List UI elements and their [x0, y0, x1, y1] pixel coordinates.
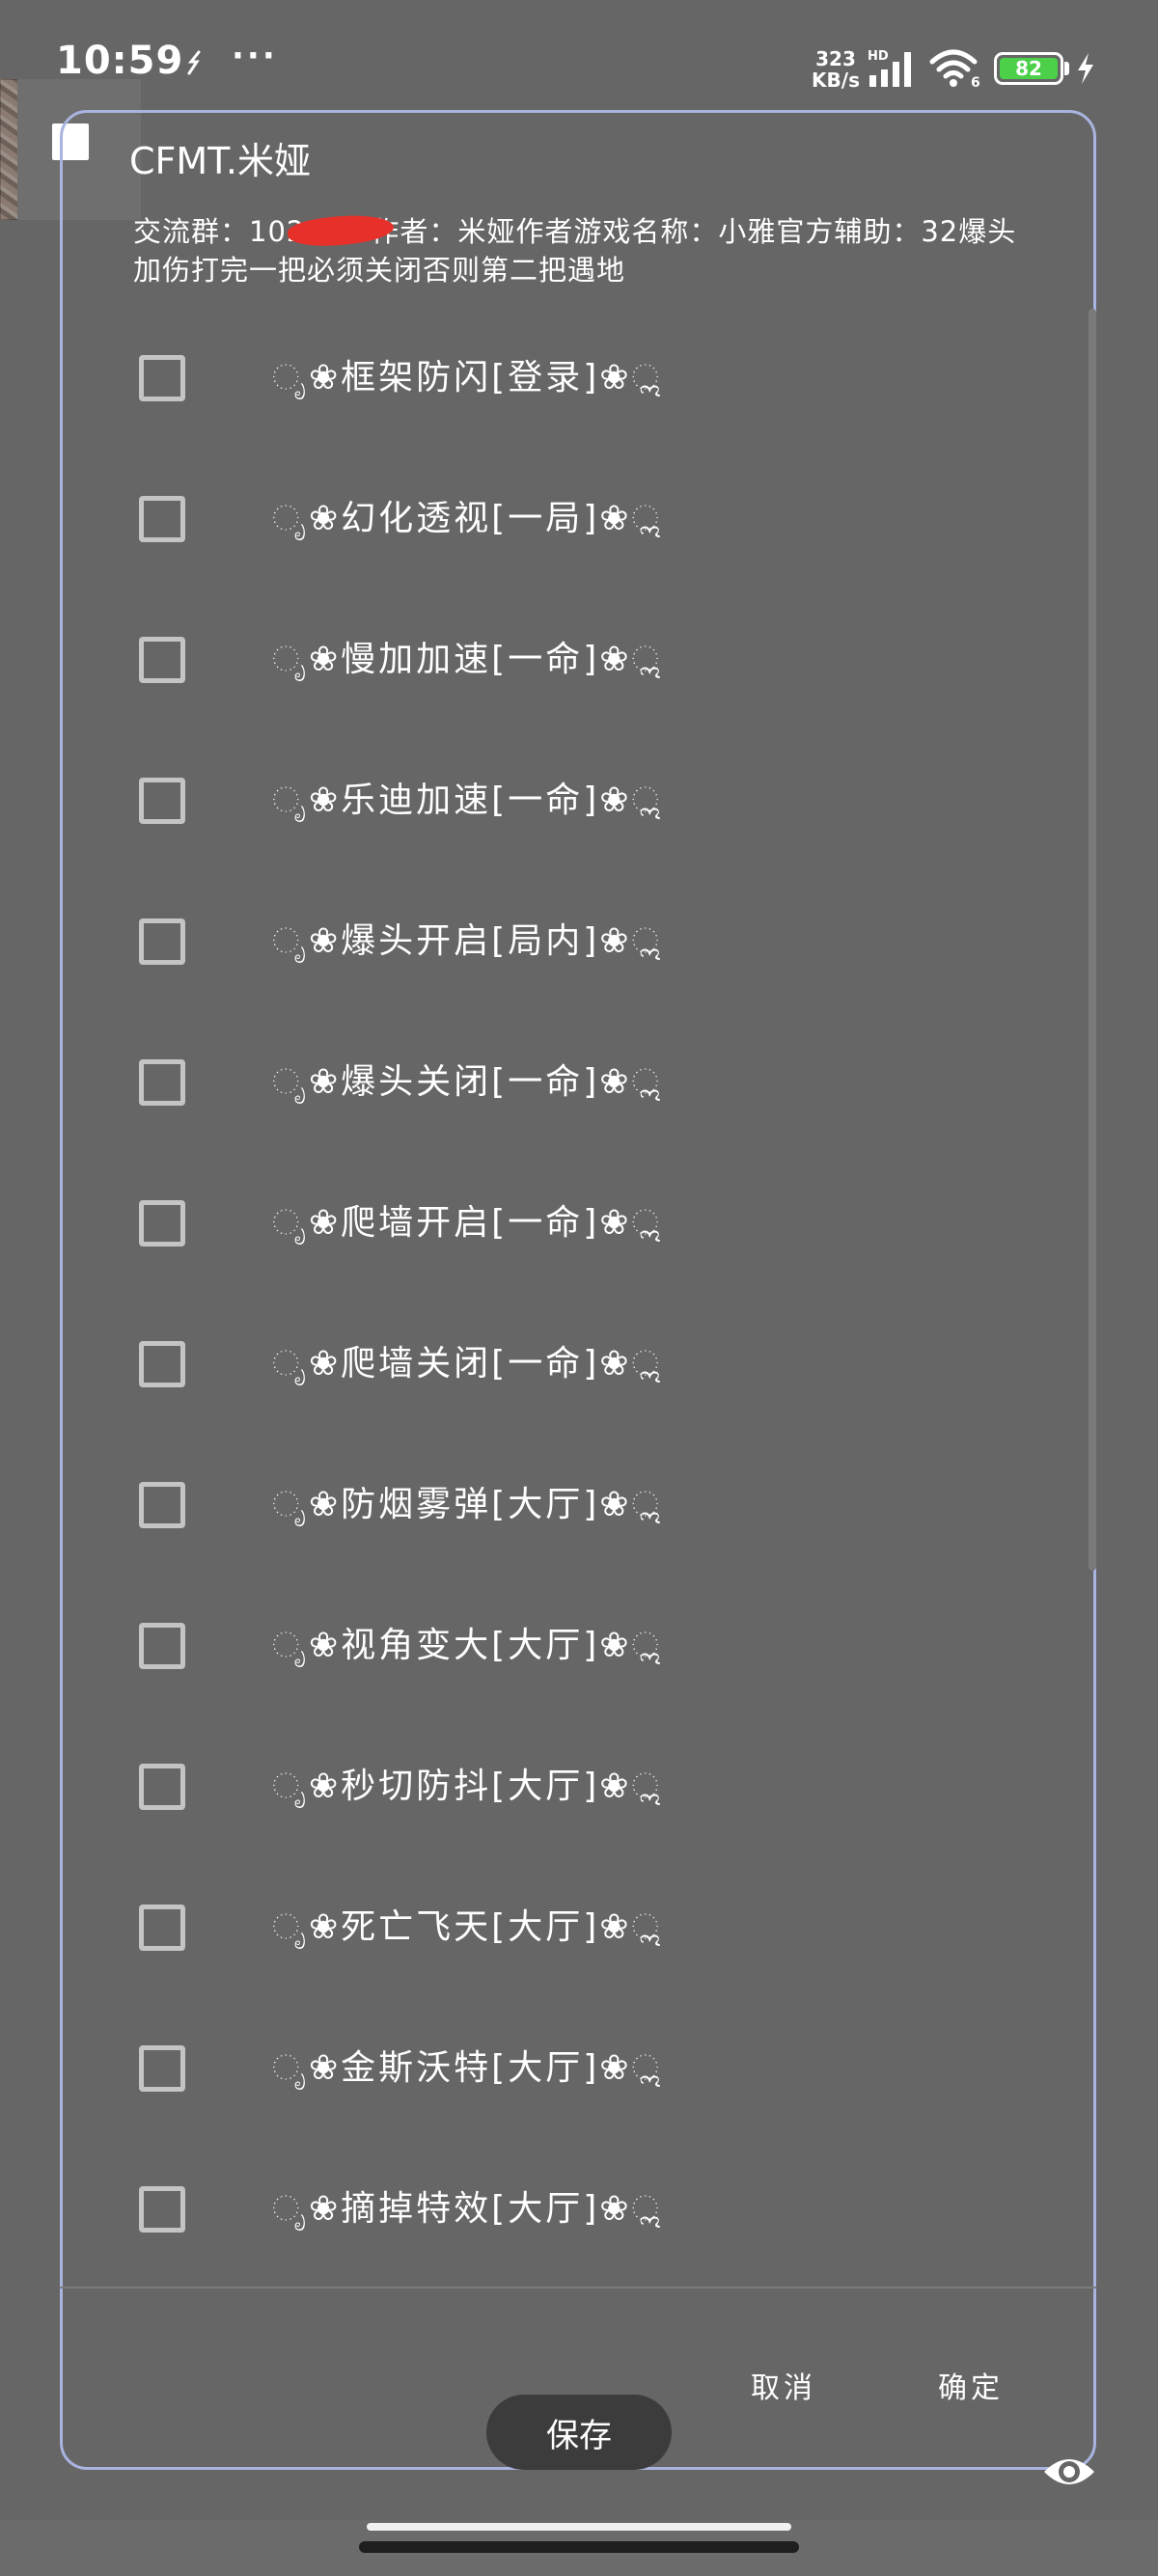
option-list: ೃ❀框架防闪[登录]❀ೢ ೃ❀幻化透视[一局]❀ೢ ೃ❀慢加加速[一命]❀ೢ ೃ… [60, 309, 1096, 2287]
option-row[interactable]: ೃ❀框架防闪[登录]❀ೢ [60, 309, 1025, 450]
option-row[interactable]: ೃ❀慢加加速[一命]❀ೢ [60, 590, 1025, 731]
wifi-label: 6 [971, 75, 980, 89]
option-row[interactable]: ೃ❀爬墙关闭[一命]❀ೢ [60, 1295, 1025, 1436]
option-label: ೃ❀框架防闪[登录]❀ೢ [272, 358, 662, 397]
option-label: ೃ❀乐迪加速[一命]❀ೢ [272, 781, 662, 820]
checkbox[interactable] [139, 1764, 185, 1810]
option-label: ೃ❀金斯沃特[大厅]❀ೢ [272, 2048, 662, 2088]
more-icon: ··· [232, 37, 278, 75]
option-label: ೃ❀视角变大[大厅]❀ೢ [272, 1626, 662, 1665]
net-speed: 323 KB/s [807, 48, 865, 91]
signal-icon: HD [868, 49, 911, 87]
option-label: ೃ❀爬墙开启[一命]❀ೢ [272, 1203, 662, 1243]
option-label: ೃ❀幻化透视[一局]❀ೢ [272, 499, 662, 538]
option-row[interactable]: ೃ❀死亡飞天[大厅]❀ೢ [60, 1858, 1025, 1999]
bolt-icon [1078, 53, 1093, 84]
option-label: ೃ❀爆头开启[局内]❀ೢ [272, 921, 662, 961]
option-label: ೃ❀摘掉特效[大厅]❀ೢ [272, 2189, 662, 2229]
dialog-info: 交流群：102 作者：米娅作者游戏名称：小雅官方辅助：32爆头加伤打完一把必须关闭… [133, 210, 1021, 289]
dialog-divider [60, 2287, 1096, 2288]
checkbox[interactable] [139, 2186, 185, 2233]
option-row[interactable]: ೃ❀爬墙开启[一命]❀ೢ [60, 1154, 1025, 1295]
option-label: ೃ❀秒切防抖[大厅]❀ೢ [272, 1767, 662, 1806]
signal-label: HD [868, 49, 889, 64]
checkbox[interactable] [139, 1482, 185, 1528]
checkbox[interactable] [139, 2045, 185, 2092]
option-row[interactable]: ೃ❀秒切防抖[大厅]❀ೢ [60, 1717, 1025, 1858]
option-label: ೃ❀死亡飞天[大厅]❀ೢ [272, 1907, 662, 1947]
option-row[interactable]: ೃ❀爆头开启[局内]❀ೢ [60, 872, 1025, 1013]
net-speed-value: 323 [815, 47, 856, 70]
option-row[interactable]: ೃ❀乐迪加速[一命]❀ೢ [60, 731, 1025, 872]
checkbox[interactable] [139, 637, 185, 683]
net-speed-unit: KB/s [812, 69, 860, 92]
eye-icon[interactable] [1040, 2449, 1098, 2495]
status-bar: 10:59 ··· 323 KB/s HD 6 82 [0, 0, 1158, 125]
info-prefix: 交流群：102 [133, 215, 306, 248]
battery-tip [1064, 62, 1069, 75]
option-row[interactable]: ೃ❀防烟雾弹[大厅]❀ೢ [60, 1436, 1025, 1576]
dialog-title: CFMT.米娅 [129, 140, 311, 182]
checkbox[interactable] [139, 918, 185, 965]
option-row[interactable]: ೃ❀爆头关闭[一命]❀ೢ [60, 1013, 1025, 1154]
option-row[interactable]: ೃ❀幻化透视[一局]❀ೢ [60, 450, 1025, 590]
checkbox[interactable] [139, 1200, 185, 1247]
checkbox[interactable] [139, 355, 185, 401]
option-label: ೃ❀爆头关闭[一命]❀ೢ [272, 1062, 662, 1102]
option-label: ೃ❀爬墙关闭[一命]❀ೢ [272, 1344, 662, 1384]
checkbox[interactable] [139, 1059, 185, 1106]
checkbox[interactable] [139, 1623, 185, 1669]
home-indicator[interactable] [359, 2541, 799, 2553]
wifi-icon: 6 [929, 49, 980, 89]
cancel-button[interactable]: 取消 [751, 2364, 816, 2406]
screen: 10:59 ··· 323 KB/s HD 6 82 CFMT.米娅 交流群：1… [0, 0, 1158, 2576]
checkbox[interactable] [139, 1905, 185, 1951]
option-row[interactable]: ೃ❀视角变大[大厅]❀ೢ [60, 1576, 1025, 1717]
option-row[interactable]: ೃ❀金斯沃特[大厅]❀ೢ [60, 1999, 1025, 2140]
checkbox[interactable] [139, 778, 185, 824]
option-row[interactable]: ೃ❀摘掉特效[大厅]❀ೢ [60, 2140, 1025, 2281]
battery-level: 82 [1000, 57, 1058, 80]
option-label: ೃ❀防烟雾弹[大厅]❀ೢ [272, 1485, 662, 1524]
nav-highlight [367, 2523, 791, 2531]
checkbox[interactable] [139, 496, 185, 542]
option-label: ೃ❀慢加加速[一命]❀ೢ [272, 640, 662, 679]
status-time: 10:59 [56, 39, 184, 83]
save-button[interactable]: 保存 [486, 2395, 672, 2470]
confirm-button[interactable]: 确定 [938, 2364, 1004, 2406]
battery-icon: 82 [994, 52, 1063, 85]
checkbox[interactable] [139, 1341, 185, 1387]
flow-icon [187, 50, 201, 75]
